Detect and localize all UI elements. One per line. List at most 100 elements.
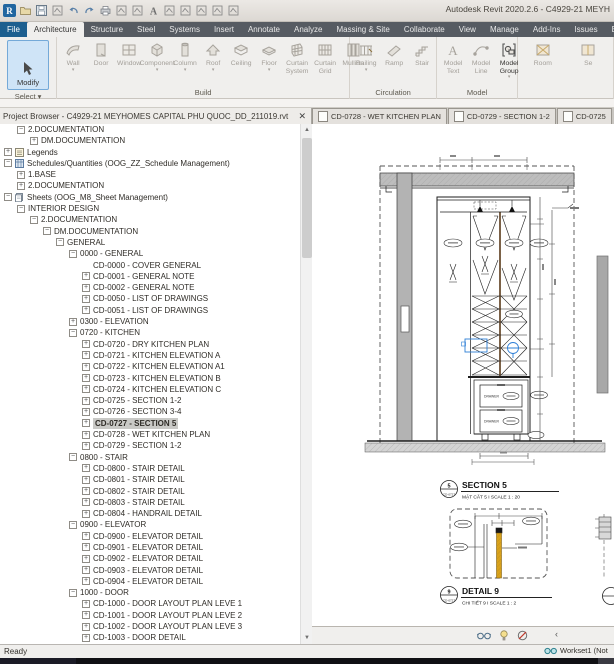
ribbon-tab-analyze[interactable]: Analyze: [287, 22, 329, 37]
expand-icon[interactable]: +: [82, 611, 90, 620]
tree-item-label[interactable]: Legends: [27, 147, 58, 158]
tree-item[interactable]: − DM.DOCUMENTATION: [0, 226, 300, 237]
undo-icon[interactable]: [67, 4, 80, 17]
ribbon-tab-issues[interactable]: Issues: [567, 22, 604, 37]
tree-item[interactable]: + CD-0051 - LIST OF DRAWINGS: [0, 305, 300, 316]
tree-item-label[interactable]: CD-0729 - SECTION 1-2: [93, 440, 181, 451]
expand-icon[interactable]: +: [30, 136, 38, 145]
tree-item-label[interactable]: 1.BASE: [28, 169, 56, 180]
ribbon-tab-massing-site[interactable]: Massing & Site: [329, 22, 396, 37]
expand-icon[interactable]: +: [82, 577, 90, 586]
expand-icon[interactable]: +: [4, 148, 12, 157]
tree-item[interactable]: + CD-0723 - KITCHEN ELEVATION B: [0, 373, 300, 384]
tree-item-label[interactable]: CD-0904 - ELEVATOR DETAIL: [93, 576, 203, 587]
tree-item-label[interactable]: INTERIOR DESIGN: [28, 203, 99, 214]
print-icon[interactable]: [99, 4, 112, 17]
tree-item[interactable]: − GENERAL: [0, 237, 300, 248]
expand-icon[interactable]: +: [82, 633, 90, 642]
expand-icon[interactable]: +: [82, 351, 90, 360]
tree-item-label[interactable]: CD-0720 - DRY KITCHEN PLAN: [93, 339, 209, 350]
tree-item[interactable]: − INTERIOR DESIGN: [0, 203, 300, 214]
tree-item-label[interactable]: 2.DOCUMENTATION: [28, 124, 104, 135]
wall-button[interactable]: Wall ▾: [59, 39, 87, 73]
floor-button[interactable]: Floor ▾: [255, 39, 283, 73]
ribbon-tab-view[interactable]: View: [452, 22, 483, 37]
tree-item[interactable]: +1.BASE: [0, 169, 300, 180]
expand-icon[interactable]: +: [82, 498, 90, 507]
tree-item-label[interactable]: CD-0727 - SECTION 5: [93, 417, 179, 429]
tree-item[interactable]: + CD-0900 - ELEVATOR DETAIL: [0, 531, 300, 542]
tree-item-label[interactable]: CD-0901 - ELEVATOR DETAIL: [93, 542, 203, 553]
expand-icon[interactable]: +: [82, 385, 90, 394]
tree-item-label[interactable]: Sheets (OOG_M8_Sheet Management): [27, 192, 168, 203]
tree-item-label[interactable]: 0000 - GENERAL: [80, 248, 143, 259]
save-icon[interactable]: [35, 4, 48, 17]
expand-icon[interactable]: +: [82, 554, 90, 563]
expand-icon[interactable]: +: [82, 430, 90, 439]
tree-item-label[interactable]: CD-0051 - LIST OF DRAWINGS: [93, 305, 208, 316]
ribbon-tab-annotate[interactable]: Annotate: [241, 22, 287, 37]
view-tab-1[interactable]: CD-0728 - WET KITCHEN PLAN: [312, 108, 447, 124]
expand-icon[interactable]: +: [82, 294, 90, 303]
tree-item-label[interactable]: CD-0001 - GENERAL NOTE: [93, 271, 195, 282]
dropdown-arrow-icon[interactable]: ▾: [508, 75, 511, 80]
view-tab-2[interactable]: CD-0729 - SECTION 1-2: [447, 108, 556, 124]
ribbon-tab-collaborate[interactable]: Collaborate: [397, 22, 452, 37]
expand-icon[interactable]: +: [82, 622, 90, 631]
ribbon-tab-steel[interactable]: Steel: [130, 22, 162, 37]
collapse-icon[interactable]: −: [17, 204, 25, 213]
tree-item[interactable]: + CD-0726 - SECTION 3-4: [0, 406, 300, 417]
expand-icon[interactable]: +: [82, 283, 90, 292]
tree-item[interactable]: −2.DOCUMENTATION: [0, 124, 300, 135]
drawing-canvas[interactable]: 5 CD-0727 SECTION 5 MẶT CẮT 5 I SCALE 1 …: [312, 124, 614, 626]
expand-icon[interactable]: +: [82, 441, 90, 450]
tree-item[interactable]: + CD-0050 - LIST OF DRAWINGS: [0, 293, 300, 304]
tree-item[interactable]: −0000 - GENERAL: [0, 248, 300, 259]
stair-button[interactable]: Stair: [408, 39, 436, 69]
user-interface-icon[interactable]: [227, 4, 240, 17]
selected-element[interactable]: [461, 338, 519, 358]
roof-button[interactable]: Roof ▾: [199, 39, 227, 73]
dropdown-arrow-icon[interactable]: ▾: [365, 67, 368, 72]
measure-icon[interactable]: [115, 4, 128, 17]
tree-item[interactable]: + CD-0801 - STAIR DETAIL: [0, 474, 300, 485]
tree-item-label[interactable]: 2.DOCUMENTATION: [41, 214, 117, 225]
tree-item[interactable]: + CD-0724 - KITCHEN ELEVATION C: [0, 384, 300, 395]
curtain-grid-button[interactable]: Curtain Grid: [311, 39, 339, 76]
expand-icon[interactable]: +: [17, 170, 25, 179]
tree-item[interactable]: + CD-0804 - HANDRAIL DETAIL: [0, 508, 300, 519]
dropdown-arrow-icon[interactable]: ▾: [156, 67, 159, 72]
collapse-icon[interactable]: −: [30, 215, 38, 224]
ribbon-tab-systems[interactable]: Systems: [162, 22, 207, 37]
tree-item-label[interactable]: CD-0722 - KITCHEN ELEVATION A1: [93, 361, 225, 372]
aligned-dimension-icon[interactable]: [131, 4, 144, 17]
tree-item-label[interactable]: CD-0800 - STAIR DETAIL: [93, 463, 185, 474]
tree-item[interactable]: + CD-0727 - SECTION 5: [0, 417, 300, 429]
tree-item-label[interactable]: CD-1000 - DOOR LAYOUT PLAN LEVE 1: [93, 598, 242, 609]
expand-icon[interactable]: +: [82, 407, 90, 416]
tree-item-label[interactable]: 0300 - ELEVATION: [80, 316, 149, 327]
tree-item[interactable]: + CD-0802 - STAIR DETAIL: [0, 486, 300, 497]
collapse-icon[interactable]: −: [56, 238, 64, 247]
tree-item[interactable]: + CD-0904 - ELEVATOR DETAIL: [0, 576, 300, 587]
ramp-button[interactable]: Ramp: [380, 39, 408, 69]
expand-icon[interactable]: +: [69, 317, 77, 326]
tree-item-label[interactable]: 0900 - ELEVATOR: [80, 519, 146, 530]
tree-item[interactable]: −0900 - ELEVATOR: [0, 519, 300, 530]
ribbon-tab-file[interactable]: File: [0, 22, 27, 37]
tree-item-label[interactable]: CD-1003 - DOOR DETAIL: [93, 632, 186, 643]
tree-item-label[interactable]: CD-0903 - ELEVATOR DETAIL: [93, 565, 203, 576]
open-icon[interactable]: [19, 4, 32, 17]
tree-item[interactable]: −0800 - STAIR: [0, 452, 300, 463]
collapse-icon[interactable]: −: [69, 249, 77, 258]
tree-item-label[interactable]: CD-0002 - GENERAL NOTE: [93, 282, 195, 293]
room-button[interactable]: Room: [529, 39, 557, 69]
tree-item-label[interactable]: CD-0000 - COVER GENERAL: [93, 260, 201, 271]
tree-item[interactable]: + Legends: [0, 147, 300, 158]
expand-icon[interactable]: +: [82, 340, 90, 349]
door-button[interactable]: Door: [87, 39, 115, 69]
tree-item[interactable]: + CD-0725 - SECTION 1-2: [0, 395, 300, 406]
tree-item-label[interactable]: CD-0721 - KITCHEN ELEVATION A: [93, 350, 220, 361]
tree-item-label[interactable]: CD-0804 - HANDRAIL DETAIL: [93, 508, 202, 519]
collapse-icon[interactable]: −: [69, 520, 77, 529]
